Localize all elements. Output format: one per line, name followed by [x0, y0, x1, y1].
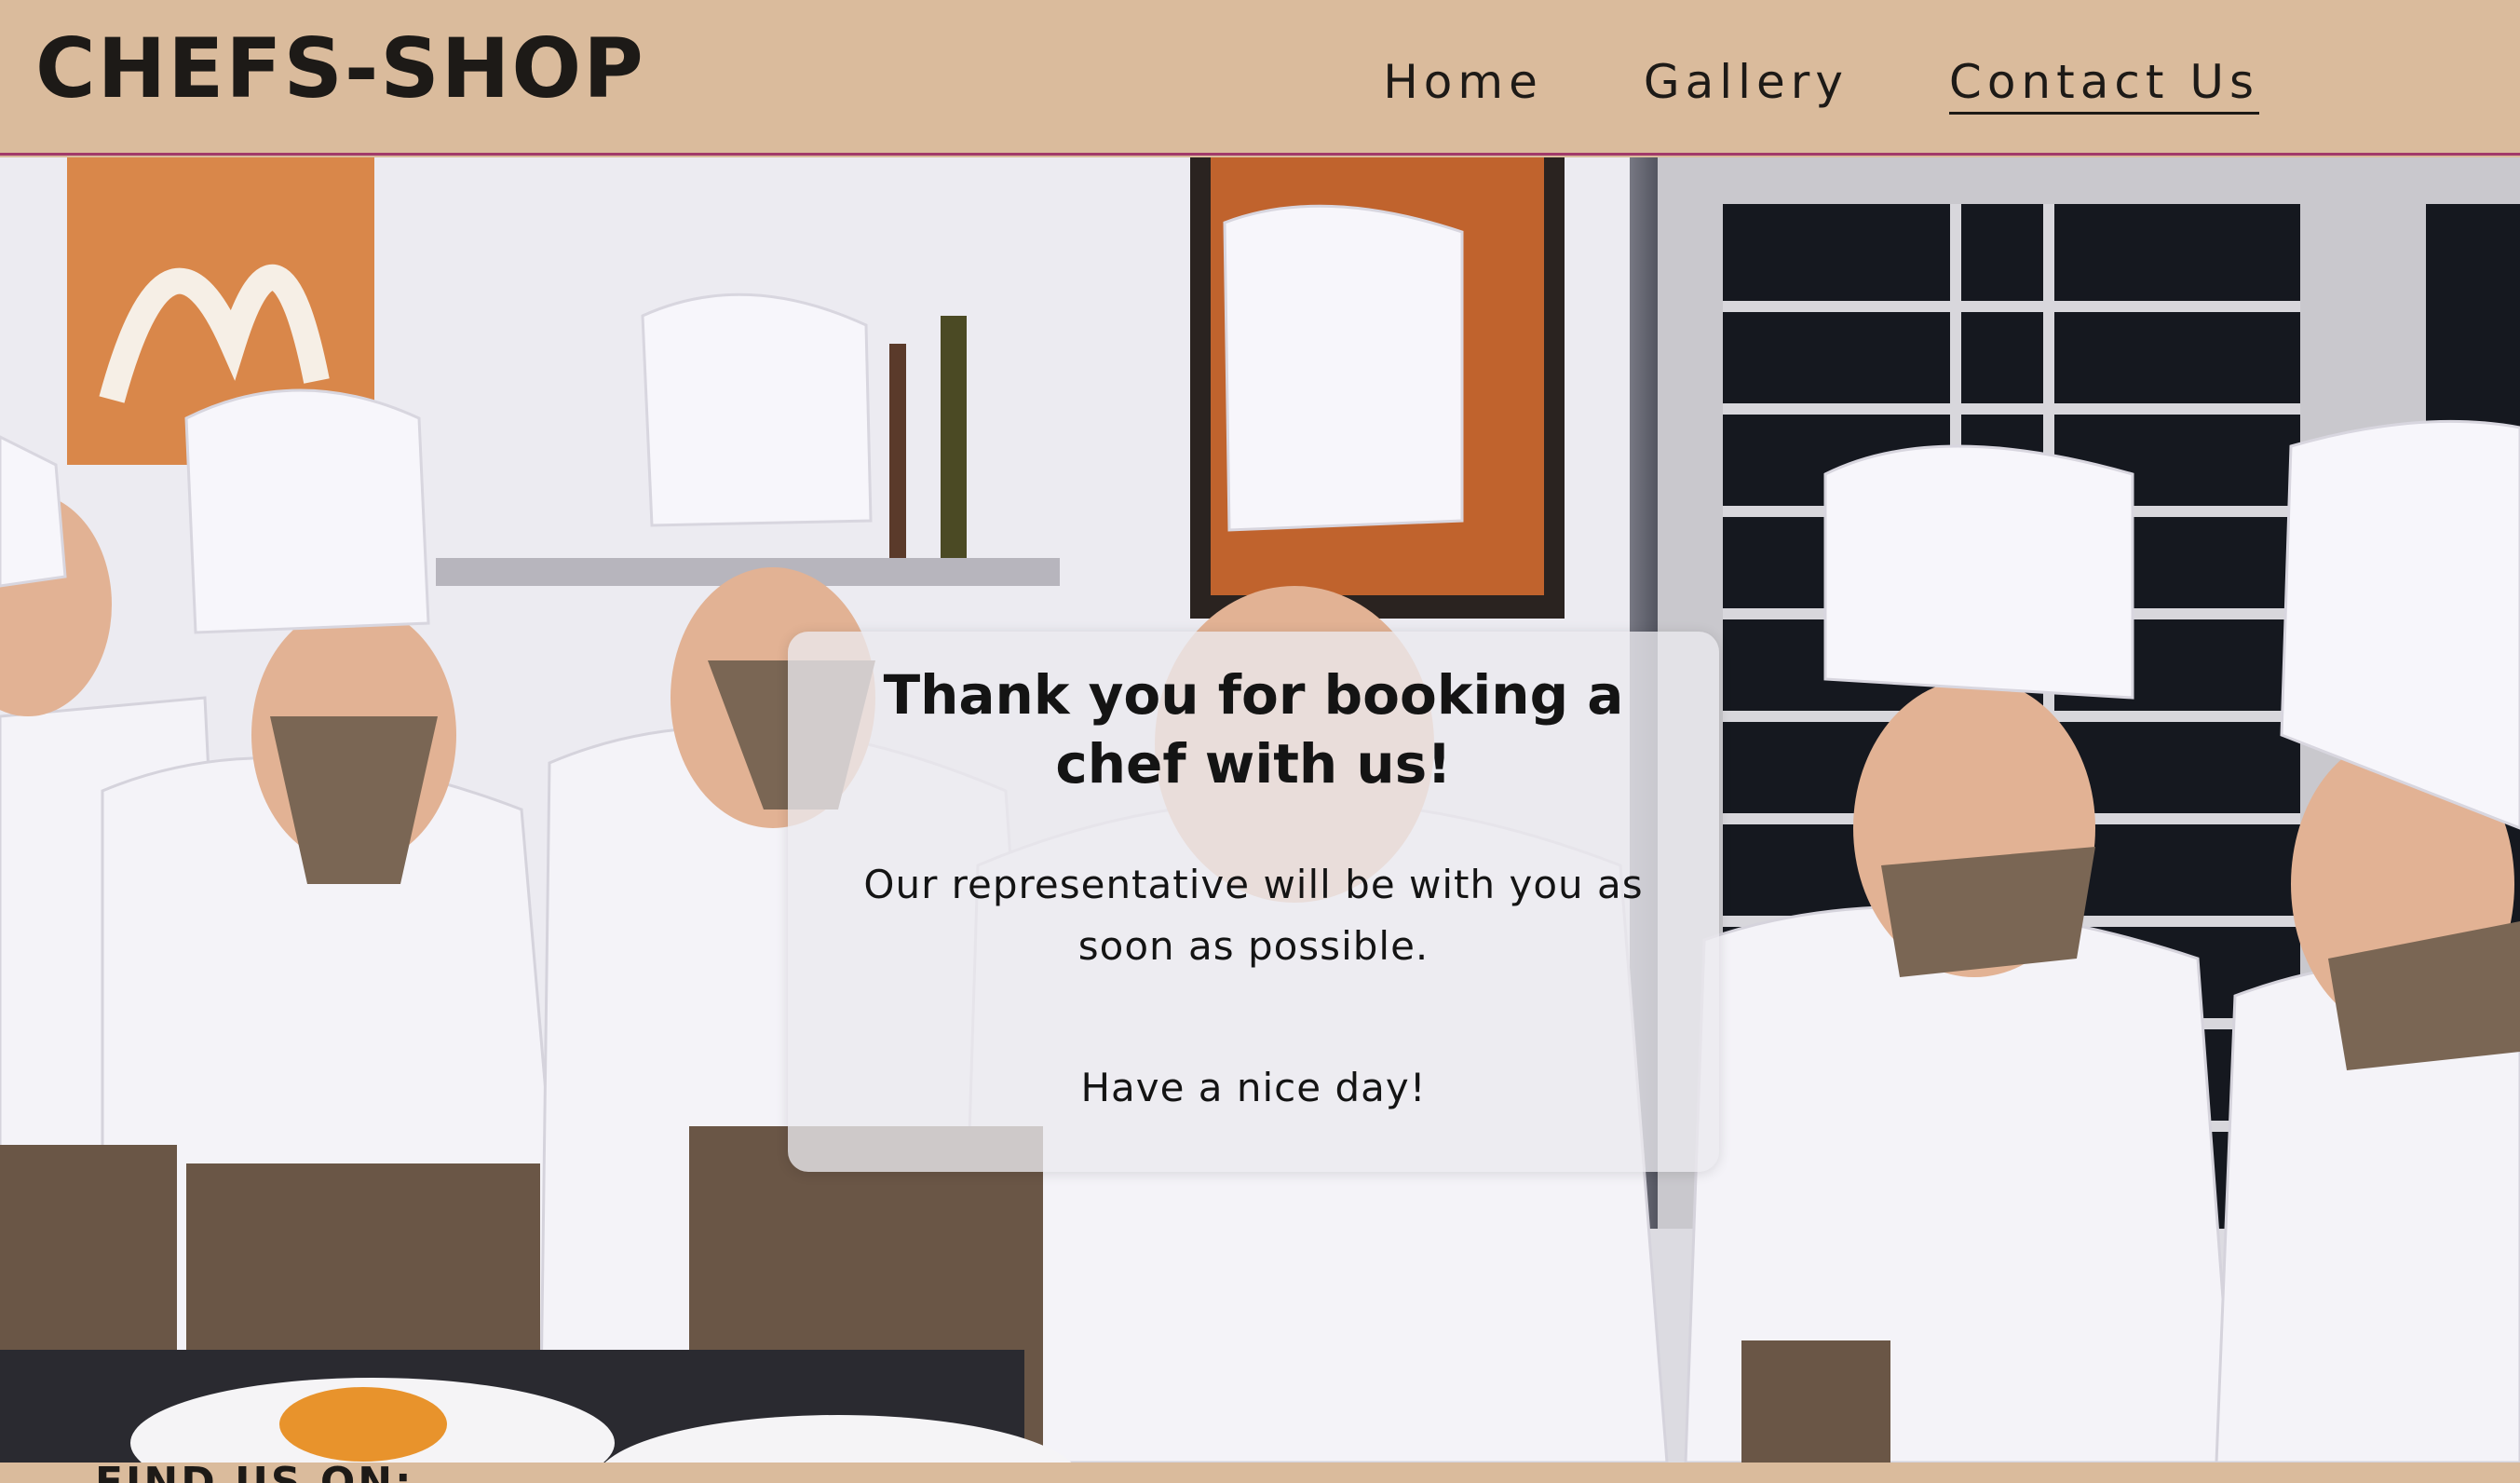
confirmation-title: Thank you for booking a chef with us! — [883, 663, 1624, 796]
nav-contact-link[interactable]: Contact Us — [1948, 52, 2259, 115]
site-footer: FIND US ON: — [0, 1463, 2520, 1483]
confirmation-card: Thank you for booking a chef with us! Ou… — [788, 632, 1719, 1172]
nav-home-link[interactable]: Home — [1383, 52, 1543, 115]
site-header: CHEFS-SHOP Home Gallery Contact Us — [0, 0, 2520, 156]
hero-background-image: Thank you for booking a chef with us! Ou… — [0, 157, 2520, 1463]
main-nav: Home Gallery Contact Us — [1383, 52, 2259, 115]
closing-message: Have a nice day! — [1080, 1065, 1427, 1110]
find-us-heading: FIND US ON: — [95, 1463, 414, 1483]
confirmation-message: Our representative will be with you as s… — [863, 862, 1644, 969]
site-logo[interactable]: CHEFS-SHOP — [35, 20, 645, 116]
nav-gallery-link[interactable]: Gallery — [1644, 52, 1849, 115]
